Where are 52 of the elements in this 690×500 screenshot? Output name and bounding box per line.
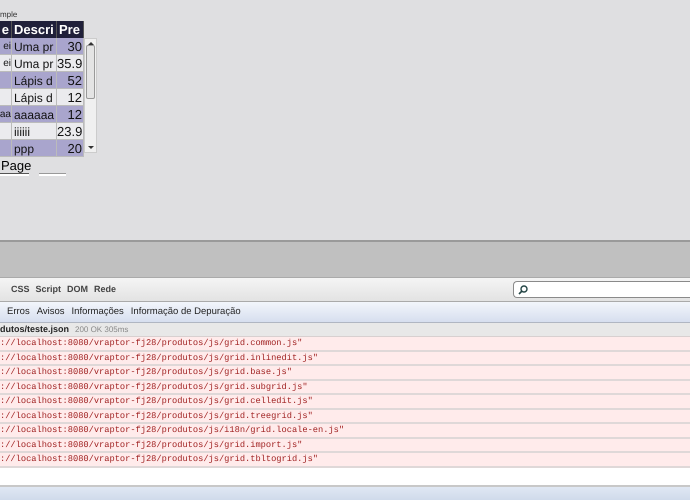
- console-message: ://localhost:8080/vraptor-fj28/produtos/js/grid.inlinedit.js": [0, 352, 690, 366]
- filter-tab[interactable]: Avisos: [34, 305, 67, 319]
- filter-tab[interactable]: Informação de Depuração: [128, 305, 243, 319]
- table-cell: 30: [57, 38, 84, 55]
- filter-tab[interactable]: Erros: [5, 305, 32, 319]
- table-cell: ppp: [12, 140, 57, 157]
- table-cell: aa: [0, 106, 12, 123]
- request-status: 200 OK 305ms: [75, 324, 128, 336]
- table-cell: 12: [57, 106, 84, 123]
- request-url[interactable]: dutos/teste.json: [0, 322, 70, 336]
- table-cell: Uma pr: [12, 55, 57, 72]
- page-field[interactable]: [0, 173, 29, 176]
- table-cell: iiiiii: [12, 123, 57, 140]
- column-header[interactable]: Descri: [12, 21, 57, 38]
- table-cell: Uma pr: [12, 38, 57, 55]
- console-message: ://localhost:8080/vraptor-fj28/produtos/js/grid.celledit.js": [0, 395, 690, 410]
- console-message: ://localhost:8080/vraptor-fj28/produtos/js/grid.base.js": [0, 366, 690, 380]
- grid-caption: mple: [0, 9, 18, 21]
- scroll-down-icon[interactable]: [88, 146, 94, 149]
- table-cell: 12: [57, 89, 84, 106]
- column-header[interactable]: Pre: [57, 21, 84, 38]
- column-header[interactable]: e: [0, 21, 12, 38]
- search-field[interactable]: [513, 281, 690, 298]
- table-cell: 20: [57, 140, 84, 157]
- console-message: ://localhost:8080/vraptor-fj28/produtos/js/grid.import.js": [0, 438, 690, 453]
- panel-tab[interactable]: CSS: [9, 282, 32, 296]
- table-cell: 35.9: [57, 55, 84, 72]
- console-message: ://localhost:8080/vraptor-fj28/produtos/js/grid.common.js": [0, 337, 690, 352]
- table-cell: 23.9: [57, 123, 84, 140]
- table-cell: [0, 123, 12, 140]
- table-cell: [0, 89, 12, 106]
- panel-tab[interactable]: DOM: [65, 282, 90, 296]
- console-message: ://localhost:8080/vraptor-fj28/produtos/js/i18n/grid.locale-en.js": [0, 424, 690, 438]
- scrollbar[interactable]: [84, 38, 97, 153]
- console-message: ://localhost:8080/vraptor-fj28/produtos/js/grid.tbltogrid.js": [0, 453, 690, 468]
- table-cell: [0, 140, 12, 157]
- console-message: ://localhost:8080/vraptor-fj28/produtos/js/grid.subgrid.js": [0, 380, 690, 395]
- search-icon: [518, 284, 528, 294]
- pager-label: Page: [1, 159, 32, 173]
- table-cell: aaaaaa: [12, 106, 57, 123]
- scroll-thumb[interactable]: [86, 45, 95, 99]
- panel-tab[interactable]: Rede: [92, 282, 118, 296]
- table-cell: Lápis d: [12, 72, 57, 89]
- table-cell: ei: [0, 38, 12, 55]
- table-cell: ei: [0, 55, 12, 72]
- filter-tab[interactable]: Informações: [70, 305, 126, 319]
- table-cell: Lápis d: [12, 89, 57, 106]
- page-size-field[interactable]: [39, 173, 66, 176]
- console-message: ://localhost:8080/vraptor-fj28/produtos/js/grid.treegrid.js": [0, 410, 690, 424]
- table-cell: 52: [57, 72, 84, 89]
- panel-tab[interactable]: Script: [34, 282, 64, 296]
- table-cell: [0, 72, 12, 89]
